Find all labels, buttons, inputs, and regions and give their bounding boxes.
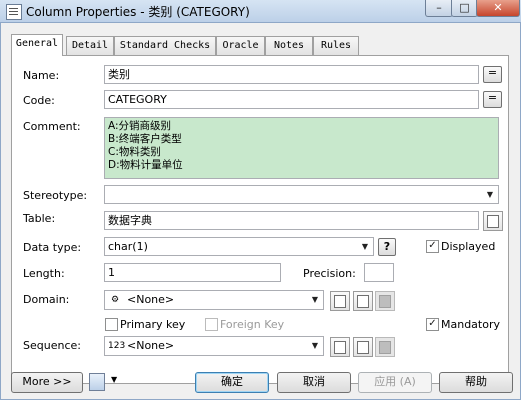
comment-textarea[interactable]: A:分销商级别 B:终端客户类型 C:物料类别 D:物料计量单位 xyxy=(104,117,499,179)
foreign-key-checkbox[interactable] xyxy=(205,318,218,331)
dialog-body: General Detail Standard Checks Oracle No… xyxy=(0,22,521,400)
dropdown-arrow-icon[interactable]: ▼ xyxy=(484,187,496,202)
datatype-label: Data type: xyxy=(23,241,82,254)
name-label: Name: xyxy=(23,69,60,82)
comment-line: C:物料类别 xyxy=(108,146,161,158)
name-ellipsis-button[interactable]: = xyxy=(483,66,502,83)
domain-label: Domain: xyxy=(23,293,70,306)
apply-button[interactable]: 应用 (A) xyxy=(358,372,432,393)
code-ellipsis-button[interactable]: = xyxy=(483,91,502,108)
code-label: Code: xyxy=(23,94,55,107)
sequence-label: Sequence: xyxy=(23,339,81,352)
app-window-icon xyxy=(6,4,22,20)
domain-combo[interactable]: ⚙ <None> ▼ xyxy=(104,290,324,310)
sequence-properties-button[interactable] xyxy=(353,337,373,357)
new-icon xyxy=(334,341,346,354)
maximize-button[interactable]: □ xyxy=(451,0,478,17)
domain-new-button[interactable] xyxy=(330,291,350,311)
properties-icon xyxy=(357,341,369,354)
code-input[interactable]: CATEGORY xyxy=(104,90,479,109)
length-label: Length: xyxy=(23,267,65,280)
sequence-icon: 123 xyxy=(108,341,126,351)
datatype-combo[interactable]: char(1) ▼ xyxy=(104,237,374,256)
precision-label: Precision: xyxy=(303,267,356,280)
comment-label: Comment: xyxy=(23,120,81,133)
table-label: Table: xyxy=(23,212,56,225)
precision-input[interactable] xyxy=(364,263,394,282)
table-properties-button[interactable] xyxy=(483,211,503,231)
tab-notes[interactable]: Notes xyxy=(265,36,313,55)
window-title: Column Properties - 类别 (CATEGORY) xyxy=(26,5,250,19)
domain-delete-button[interactable] xyxy=(375,291,395,311)
minimize-button[interactable]: – xyxy=(425,0,453,17)
domain-value: <None> xyxy=(127,293,175,306)
delete-icon xyxy=(379,341,391,354)
tab-detail[interactable]: Detail xyxy=(66,36,114,55)
properties-icon xyxy=(357,295,369,308)
close-button[interactable]: ✕ xyxy=(476,0,520,17)
primary-key-checkbox[interactable] xyxy=(105,318,118,331)
new-icon xyxy=(334,295,346,308)
dropdown-arrow-icon[interactable]: ▼ xyxy=(309,292,321,307)
length-input[interactable]: 1 xyxy=(104,263,281,282)
menu-icon[interactable] xyxy=(89,373,105,391)
dropdown-arrow-icon[interactable]: ▼ xyxy=(359,239,371,254)
tab-general[interactable]: General xyxy=(11,34,63,56)
mandatory-checkbox[interactable]: ✓ xyxy=(426,318,439,331)
menu-arrow-icon[interactable]: ▼ xyxy=(111,375,117,384)
delete-icon xyxy=(379,295,391,308)
sequence-new-button[interactable] xyxy=(330,337,350,357)
more-button[interactable]: More >> xyxy=(11,372,83,393)
name-input[interactable]: 类别 xyxy=(104,65,479,84)
comment-line: A:分销商级别 xyxy=(108,120,172,132)
tab-oracle[interactable]: Oracle xyxy=(216,36,265,55)
comment-line: B:终端客户类型 xyxy=(108,133,182,145)
datatype-help-button[interactable]: ? xyxy=(378,238,396,256)
comment-line: D:物料计量单位 xyxy=(108,159,183,171)
primary-key-label: Primary key xyxy=(120,318,186,331)
table-input[interactable]: 数据字典 xyxy=(104,211,479,230)
displayed-checkbox[interactable]: ✓ xyxy=(426,240,439,253)
tab-rules[interactable]: Rules xyxy=(313,36,359,55)
tab-standard-checks[interactable]: Standard Checks xyxy=(114,36,216,55)
help-button[interactable]: 帮助 xyxy=(439,372,513,393)
sequence-delete-button[interactable] xyxy=(375,337,395,357)
sequence-value: <None> xyxy=(127,339,175,352)
properties-icon xyxy=(487,215,499,228)
stereotype-combo[interactable]: ▼ xyxy=(104,185,499,204)
cancel-button[interactable]: 取消 xyxy=(277,372,351,393)
foreign-key-label: Foreign Key xyxy=(220,318,285,331)
mandatory-label: Mandatory xyxy=(441,318,501,331)
datatype-value: char(1) xyxy=(108,240,148,253)
displayed-label: Displayed xyxy=(441,240,496,253)
domain-icon: ⚙ xyxy=(110,295,120,305)
stereotype-label: Stereotype: xyxy=(23,189,88,202)
ok-button[interactable]: 确定 xyxy=(195,372,269,393)
title-bar: Column Properties - 类别 (CATEGORY) – □ ✕ xyxy=(0,0,521,23)
dropdown-arrow-icon[interactable]: ▼ xyxy=(309,338,321,353)
sequence-combo[interactable]: 123 <None> ▼ xyxy=(104,336,324,356)
domain-properties-button[interactable] xyxy=(353,291,373,311)
general-panel: Name: 类别 = Code: CATEGORY = Comment: A:分… xyxy=(11,55,509,384)
